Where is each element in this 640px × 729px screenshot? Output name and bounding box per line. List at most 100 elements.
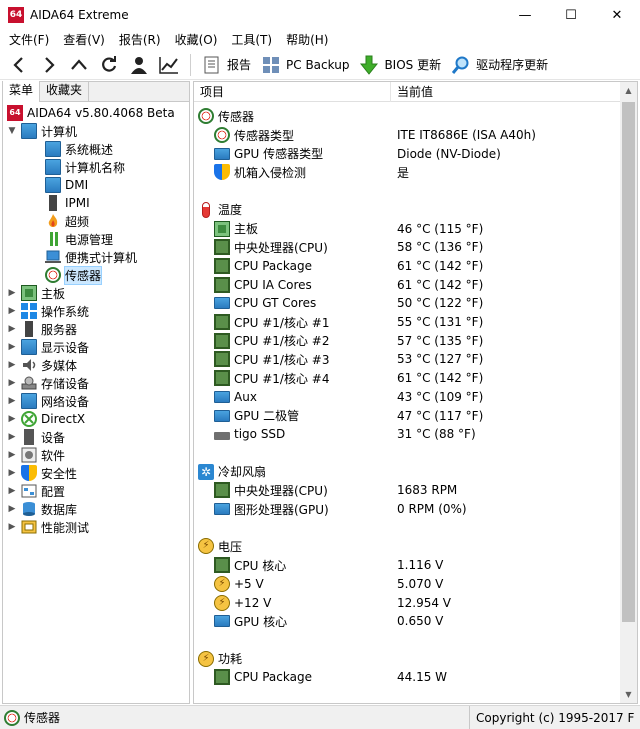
tree-root[interactable]: 64 AIDA64 v5.80.4068 Beta	[7, 104, 175, 122]
tree-category-os[interactable]: ▶ 操作系统	[7, 302, 89, 320]
sensor-row[interactable]: CPU Package 44.15 W	[194, 668, 622, 687]
sensor-row[interactable]: CPU #1/核心 #3 53 °C (127 °F)	[194, 350, 622, 369]
expand-icon[interactable]: ▶	[7, 522, 17, 532]
sensor-row[interactable]: GPU 核心 0.650 V	[194, 612, 622, 631]
scroll-up-icon[interactable]: ▲	[620, 82, 637, 99]
close-button[interactable]: ✕	[594, 0, 640, 30]
sensor-row[interactable]: CPU 核心 1.116 V	[194, 556, 622, 575]
tree-category-software[interactable]: ▶ 软件	[7, 446, 65, 464]
chart-button[interactable]	[154, 52, 184, 78]
sensor-row[interactable]: 机箱入侵检测 是	[194, 163, 622, 182]
refresh-button[interactable]	[94, 52, 124, 78]
tab-favorites[interactable]: 收藏夹	[40, 81, 90, 101]
expand-icon[interactable]: ▶	[7, 486, 17, 496]
report-button[interactable]: 报告	[197, 52, 256, 78]
expand-icon[interactable]: ▶	[7, 504, 17, 514]
software-disc-icon	[21, 447, 37, 463]
section-header[interactable]: 温度	[194, 201, 622, 220]
sensor-row[interactable]: CPU #1/核心 #4 61 °C (142 °F)	[194, 369, 622, 388]
section-title: 冷却风扇	[218, 465, 267, 480]
tree-item-ipmi[interactable]: IPMI	[45, 194, 90, 212]
toolbar-separator	[190, 53, 191, 76]
sensor-row[interactable]: CPU Package 61 °C (142 °F)	[194, 257, 622, 276]
vertical-scrollbar[interactable]: ▲ ▼	[620, 82, 637, 703]
sensor-row[interactable]: GPU 传感器类型 Diode (NV-Diode)	[194, 144, 622, 163]
sensor-row[interactable]: 主板 46 °C (115 °F)	[194, 219, 622, 238]
sensor-name: Aux	[234, 389, 257, 404]
expand-icon[interactable]: ▶	[7, 396, 17, 406]
column-value[interactable]: 当前值	[391, 82, 622, 102]
tree-category-server[interactable]: ▶ 服务器	[7, 320, 77, 338]
minimize-button[interactable]: —	[502, 0, 548, 30]
menu-view[interactable]: 查看(V)	[56, 30, 112, 50]
tree-item-dmi[interactable]: DMI	[45, 176, 88, 194]
scroll-thumb[interactable]	[622, 102, 635, 622]
sensor-row[interactable]: GPU 二极管 47 °C (117 °F)	[194, 406, 622, 425]
back-button[interactable]	[4, 52, 34, 78]
forward-button[interactable]	[34, 52, 64, 78]
tree-computer[interactable]: ▼ 计算机	[7, 122, 77, 140]
menu-favorites[interactable]: 收藏(O)	[168, 30, 225, 50]
menu-report[interactable]: 报告(R)	[112, 30, 168, 50]
sensor-row[interactable]: ⚡ +5 V 5.070 V	[194, 575, 622, 594]
tree-item-portable-computer[interactable]: 便携式计算机	[45, 248, 137, 266]
tree-category-multimedia[interactable]: ▶ 多媒体	[7, 356, 77, 374]
server-icon	[49, 195, 57, 211]
section-header[interactable]: ⚡ 电压	[194, 537, 622, 556]
sensor-row[interactable]: 图形处理器(GPU) 0 RPM (0%)	[194, 500, 622, 519]
sensor-row[interactable]: Aux 43 °C (109 °F)	[194, 388, 622, 407]
tree-item-computer-name[interactable]: 计算机名称	[45, 158, 125, 176]
menu-help[interactable]: 帮助(H)	[279, 30, 335, 50]
tree-item-sensors[interactable]: 传感器	[45, 265, 103, 285]
expand-icon[interactable]: ▶	[7, 378, 17, 388]
tree-category-storage[interactable]: ▶ 存储设备	[7, 374, 89, 392]
bios-update-button[interactable]: BIOS 更新	[354, 52, 446, 78]
tree-category-network[interactable]: ▶ 网络设备	[7, 392, 89, 410]
column-item[interactable]: 项目	[194, 82, 391, 102]
expand-icon[interactable]: ▶	[7, 414, 17, 424]
tree-item-overclock[interactable]: 超频	[45, 212, 89, 230]
tree-category-display[interactable]: ▶ 显示设备	[7, 338, 89, 356]
driver-update-button[interactable]: 驱动程序更新	[446, 52, 553, 78]
sensor-row[interactable]: 中央处理器(CPU) 1683 RPM	[194, 481, 622, 500]
section-header[interactable]: ⚡ 功耗	[194, 649, 622, 668]
maximize-button[interactable]: ☐	[548, 0, 594, 30]
sensor-row[interactable]: 传感器类型 ITE IT8686E (ISA A40h)	[194, 126, 622, 145]
up-button[interactable]	[64, 52, 94, 78]
expand-icon[interactable]: ▶	[7, 324, 17, 334]
tree-category-security[interactable]: ▶ 安全性	[7, 464, 77, 482]
sensor-row[interactable]: CPU IA Cores 61 °C (142 °F)	[194, 275, 622, 294]
network-icon	[21, 393, 37, 409]
expand-icon[interactable]: ▶	[7, 360, 17, 370]
user-button[interactable]	[124, 52, 154, 78]
tree-category-database[interactable]: ▶ 数据库	[7, 500, 77, 518]
sensor-row[interactable]: CPU #1/核心 #2 57 °C (135 °F)	[194, 331, 622, 350]
sensor-row[interactable]: ⚡ +12 V 12.954 V	[194, 593, 622, 612]
tree-category-benchmark[interactable]: ▶ 性能测试	[7, 518, 89, 536]
expand-icon[interactable]: ▶	[7, 450, 17, 460]
menu-file[interactable]: 文件(F)	[2, 30, 56, 50]
expand-icon[interactable]: ▶	[7, 468, 17, 478]
sensor-row[interactable]: 中央处理器(CPU) 58 °C (136 °F)	[194, 238, 622, 257]
expand-icon[interactable]: ▶	[7, 342, 17, 352]
pc-backup-button[interactable]: PC Backup	[256, 52, 354, 78]
tree-category-motherboard[interactable]: ▶ 主板	[7, 284, 65, 302]
tree-category-devices[interactable]: ▶ 设备	[7, 428, 65, 446]
expand-icon[interactable]: ▶	[7, 288, 17, 298]
expand-icon[interactable]: ▶	[7, 306, 17, 316]
section-header[interactable]: ✲ 冷却风扇	[194, 462, 622, 481]
scroll-down-icon[interactable]: ▼	[620, 686, 637, 703]
sensor-row[interactable]: CPU #1/核心 #1 55 °C (131 °F)	[194, 313, 622, 332]
sensor-row[interactable]: tigo SSD 31 °C (88 °F)	[194, 425, 622, 444]
tab-menu[interactable]: 菜单	[3, 81, 41, 102]
report-icon	[202, 55, 222, 75]
collapse-icon[interactable]: ▼	[7, 126, 17, 136]
tree-item-power-management[interactable]: 电源管理	[45, 230, 113, 248]
tree-category-config[interactable]: ▶ 配置	[7, 482, 65, 500]
tree-item-system-summary[interactable]: 系统概述	[45, 140, 113, 158]
expand-icon[interactable]: ▶	[7, 432, 17, 442]
menu-tools[interactable]: 工具(T)	[224, 30, 279, 50]
section-header[interactable]: 传感器	[194, 107, 622, 126]
sensor-row[interactable]: CPU GT Cores 50 °C (122 °F)	[194, 294, 622, 313]
tree-category-directx[interactable]: ▶ DirectX	[7, 410, 85, 428]
